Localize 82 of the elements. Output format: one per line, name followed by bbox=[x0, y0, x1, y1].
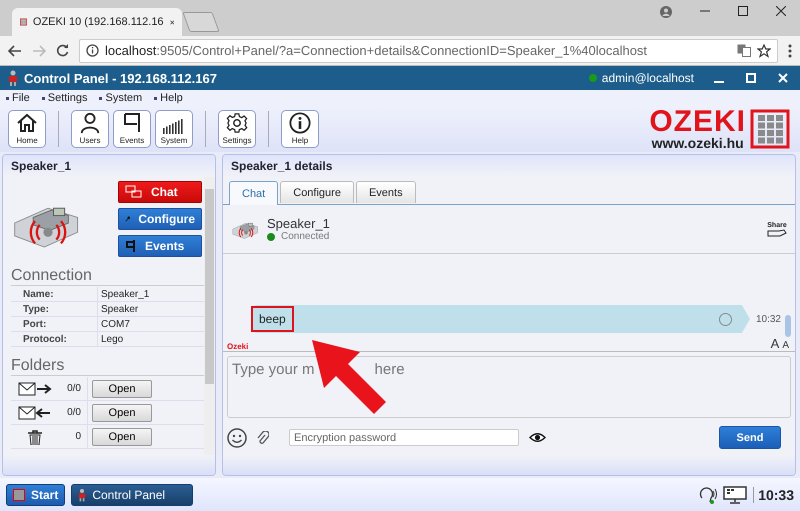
open-button[interactable]: Open bbox=[92, 428, 152, 446]
robot-icon bbox=[8, 70, 18, 86]
profile-icon[interactable] bbox=[660, 6, 672, 18]
scrollbar-thumb[interactable] bbox=[785, 315, 791, 337]
field-label: Port: bbox=[11, 316, 98, 332]
clock: 10:33 bbox=[753, 486, 794, 502]
user-name: admin@localhost bbox=[602, 71, 694, 85]
tab[interactable]: Configure bbox=[280, 181, 354, 203]
events-button[interactable]: Events bbox=[118, 235, 202, 257]
start-button[interactable]: Start bbox=[6, 484, 66, 506]
star-icon[interactable] bbox=[757, 44, 771, 58]
toolbar-button[interactable]: Help bbox=[281, 110, 319, 148]
toolbar-button[interactable]: Users bbox=[71, 110, 109, 148]
open-button[interactable]: Open bbox=[92, 404, 152, 422]
message-input[interactable]: Type your m here bbox=[227, 356, 791, 418]
field-label: Type: bbox=[11, 302, 98, 316]
address-field[interactable]: localhost:9505/Control+Panel/?a=Connection+details&ConnectionID=Speaker_1%40localhost bbox=[79, 38, 778, 62]
close-icon[interactable] bbox=[170, 18, 174, 26]
envelope-in-icon bbox=[18, 404, 52, 420]
folder-count: 0/0 bbox=[59, 377, 88, 400]
field-label: Name: bbox=[11, 287, 98, 302]
chat-button[interactable]: Chat bbox=[118, 181, 202, 203]
toolbar-button[interactable]: Home bbox=[8, 110, 46, 148]
info-icon bbox=[288, 112, 312, 134]
translate-icon[interactable] bbox=[737, 44, 751, 57]
configure-button[interactable]: Configure bbox=[118, 208, 202, 230]
section-heading: Connection bbox=[11, 267, 204, 286]
more-icon[interactable] bbox=[788, 44, 792, 58]
gear-icon bbox=[225, 112, 249, 134]
panel-title: Speaker_1 bbox=[11, 159, 72, 173]
send-button[interactable]: Send bbox=[719, 426, 781, 449]
signal-bars-icon bbox=[163, 116, 185, 134]
section-heading: Folders bbox=[11, 357, 204, 376]
font-size-button[interactable]: A bbox=[782, 340, 789, 351]
trash-icon bbox=[27, 428, 43, 444]
toolbar-button[interactable]: Settings bbox=[218, 110, 256, 148]
headset-icon[interactable] bbox=[699, 486, 718, 504]
app-title: Control Panel - 192.168.112.167 bbox=[24, 70, 217, 86]
chat-icon bbox=[125, 185, 143, 199]
browser-tab[interactable]: OZEKI 10 (192.168.112.16 bbox=[12, 8, 182, 36]
back-icon[interactable] bbox=[8, 44, 22, 56]
eye-icon[interactable] bbox=[529, 432, 546, 443]
toolbar-button[interactable]: System bbox=[155, 110, 193, 148]
open-button[interactable]: Open bbox=[92, 380, 152, 398]
field-label: Protocol: bbox=[11, 332, 98, 346]
home-icon bbox=[16, 112, 38, 134]
folder-count: 0/0 bbox=[59, 401, 88, 424]
paperclip-icon[interactable] bbox=[257, 430, 269, 444]
scrollbar[interactable] bbox=[204, 177, 215, 455]
maximize-icon[interactable] bbox=[738, 6, 748, 16]
user-icon bbox=[79, 112, 101, 134]
status-circle-icon bbox=[718, 312, 732, 326]
app-grid-icon bbox=[13, 488, 25, 500]
taskbar-window-button[interactable]: Control Panel bbox=[71, 484, 194, 506]
logo-url: www.ozeki.hu bbox=[652, 136, 744, 150]
close-icon[interactable] bbox=[776, 6, 786, 16]
contact-status: Connected bbox=[281, 231, 330, 242]
folder-count: 0 bbox=[59, 425, 88, 448]
menu-item[interactable]: Help bbox=[154, 92, 183, 104]
menu-item[interactable]: File bbox=[6, 92, 30, 104]
keypad-icon bbox=[750, 109, 790, 149]
password-field[interactable]: Encryption password bbox=[289, 429, 519, 446]
robot-icon bbox=[78, 488, 86, 502]
tab[interactable]: Chat bbox=[229, 181, 278, 205]
contact-name: Speaker_1 bbox=[267, 216, 331, 231]
message-time: 10:32 bbox=[756, 314, 781, 324]
brand-label: Ozeki bbox=[227, 342, 248, 351]
font-size-button[interactable]: A bbox=[770, 336, 780, 351]
flag-icon bbox=[122, 112, 142, 134]
panel-title: Speaker_1 details bbox=[231, 159, 332, 173]
logo-name: OZEKI bbox=[649, 108, 746, 136]
envelope-out-icon bbox=[18, 380, 52, 396]
info-icon bbox=[86, 44, 99, 57]
toolbar-button[interactable]: Events bbox=[113, 110, 151, 148]
menu-item[interactable]: Settings bbox=[42, 92, 88, 104]
message-text: beep bbox=[253, 308, 292, 330]
menu-item[interactable]: System bbox=[99, 92, 142, 104]
tab[interactable]: Events bbox=[356, 181, 416, 203]
smiley-icon[interactable] bbox=[227, 428, 247, 448]
monitor-icon[interactable] bbox=[723, 486, 748, 504]
flag-icon bbox=[125, 239, 137, 253]
reload-icon[interactable] bbox=[56, 44, 69, 57]
